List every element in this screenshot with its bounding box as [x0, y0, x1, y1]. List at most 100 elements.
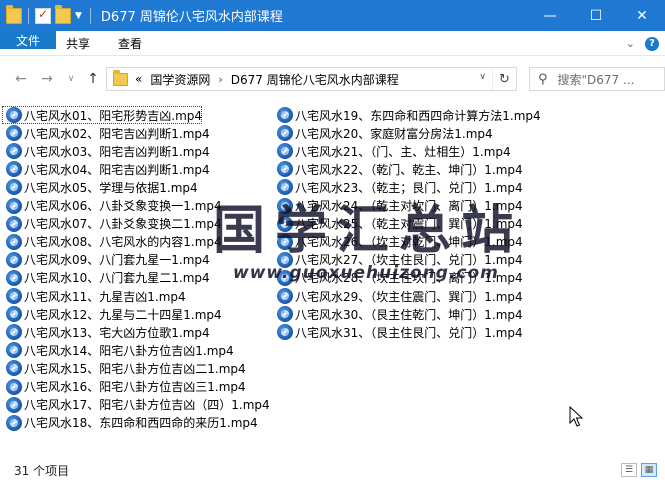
back-arrow-icon[interactable]: ← [12, 71, 30, 87]
file-item[interactable]: 八宅风水01、阳宅形势吉凶.mp4 [2, 106, 203, 124]
file-item[interactable]: 八宅风水05、学理与依据1.mp4 [2, 178, 198, 196]
file-name: 八宅风水06、八卦爻象变换一1.mp4 [24, 199, 222, 213]
file-item[interactable]: 八宅风水07、八卦爻象变换二1.mp4 [2, 215, 222, 233]
expand-ribbon-chevron-icon[interactable]: ⌄ [626, 37, 635, 50]
window-title: D677 周锦伦八宅风水内部课程 [100, 10, 283, 25]
file-item[interactable]: 八宅风水09、八门套九星一1.mp4 [2, 251, 210, 269]
video-file-icon [6, 378, 22, 395]
tab-view[interactable]: 查看 [104, 31, 156, 55]
file-item[interactable]: 八宅风水29、（坎主住震门、巽门）1.mp4 [273, 287, 523, 305]
file-name: 八宅风水14、阳宅八卦方位吉凶1.mp4 [24, 343, 234, 358]
file-name: 八宅风水21、（门、主、灶相生）1.mp4 [295, 144, 511, 159]
address-dropdown-chevron-icon[interactable]: ∨ [479, 72, 486, 82]
video-file-icon [6, 306, 22, 323]
video-file-icon [6, 324, 22, 341]
video-file-icon [277, 143, 293, 160]
refresh-icon[interactable]: ↻ [492, 68, 516, 90]
video-file-icon [6, 342, 22, 359]
address-bar[interactable]: « 国学资源网 › D677 周锦伦八宅风水内部课程 ∨ ↻ [106, 67, 517, 91]
video-file-icon [277, 107, 293, 123]
file-name: 八宅风水18、东四命和西四命的来历1.mp4 [24, 416, 258, 431]
file-item[interactable]: 八宅风水21、（门、主、灶相生）1.mp4 [273, 142, 511, 160]
file-name: 八宅风水16、阳宅八卦方位吉凶三1.mp4 [24, 380, 246, 394]
file-item[interactable]: 八宅风水06、八卦爻象变换一1.mp4 [2, 197, 222, 215]
file-name: 八宅风水22、（乾门、乾主、坤门）1.mp4 [295, 162, 523, 177]
large-icons-view-icon[interactable]: ▦ [641, 463, 657, 477]
file-item[interactable]: 八宅风水14、阳宅八卦方位吉凶1.mp4 [2, 341, 234, 359]
video-file-icon [6, 251, 22, 268]
file-name: 八宅风水07、八卦爻象变换二1.mp4 [24, 217, 222, 232]
up-arrow-icon[interactable]: ↑ [84, 71, 102, 87]
title-bar: ▼ D677 周锦伦八宅风水内部课程 — ☐ ✕ [0, 0, 665, 31]
video-file-icon [6, 396, 22, 413]
video-file-icon [6, 143, 22, 160]
ribbon-right-controls: ⌄ ? [626, 31, 659, 56]
video-file-icon [6, 269, 22, 286]
file-item[interactable]: 八宅风水03、阳宅吉凶判断1.mp4 [2, 142, 210, 160]
file-name: 八宅风水09、八门套九星一1.mp4 [24, 253, 210, 268]
help-icon[interactable]: ? [645, 36, 659, 51]
breadcrumb-overflow[interactable]: « [135, 72, 142, 86]
file-name: 八宅风水31、（艮主住艮门、兑门）1.mp4 [295, 325, 523, 340]
details-view-icon[interactable]: ☰ [621, 463, 637, 477]
file-item[interactable]: 八宅风水31、（艮主住艮门、兑门）1.mp4 [273, 323, 523, 341]
video-file-icon [6, 233, 22, 250]
ribbon-tabs: 文件 主页 共享 查看 ⌄ ? [0, 31, 665, 56]
video-file-icon [6, 107, 22, 123]
view-switcher: ☰ ▦ [621, 463, 657, 477]
customize-toolbar-chevron-icon[interactable]: ▼ [75, 11, 82, 21]
video-file-icon [6, 161, 22, 178]
breadcrumb-chevron-icon[interactable]: › [218, 73, 222, 86]
video-file-icon [6, 197, 22, 214]
forward-arrow-icon[interactable]: → [38, 71, 56, 87]
file-item[interactable]: 八宅风水16、阳宅八卦方位吉凶三1.mp4 [2, 378, 246, 396]
video-file-icon [277, 288, 293, 304]
file-item[interactable]: 八宅风水20、家庭财富分房法1.mp4 [273, 124, 493, 142]
recent-locations-chevron-icon[interactable]: ∨ [62, 71, 80, 87]
file-item[interactable]: 八宅风水02、阳宅吉凶判断1.mp4 [2, 124, 210, 142]
watermark-url: www.guoxuehuizong.com [233, 263, 499, 283]
file-item[interactable]: 八宅风水10、八门套九星二1.mp4 [2, 269, 210, 287]
file-item[interactable]: 八宅风水19、东四命和西四命计算方法1.mp4 [273, 106, 541, 124]
file-name: 八宅风水08、八宅风水的内容1.mp4 [24, 235, 222, 250]
file-item[interactable]: 八宅风水15、阳宅八卦方位吉凶二1.mp4 [2, 359, 246, 377]
video-file-icon [277, 324, 293, 341]
file-item[interactable]: 八宅风水08、八宅风水的内容1.mp4 [2, 233, 222, 251]
file-name: 八宅风水05、学理与依据1.mp4 [24, 180, 198, 195]
folder-icon[interactable] [6, 4, 22, 24]
properties-icon[interactable] [35, 7, 51, 24]
new-folder-icon[interactable] [55, 4, 71, 24]
video-file-icon [6, 414, 22, 431]
tab-share[interactable]: 共享 [52, 31, 104, 55]
breadcrumb-item[interactable]: D677 周锦伦八宅风水内部课程 [231, 71, 399, 88]
maximize-button[interactable]: ☐ [573, 0, 619, 31]
video-file-icon [6, 179, 22, 196]
video-file-icon [6, 288, 22, 304]
file-item[interactable]: 八宅风水11、九星吉凶1.mp4 [2, 287, 186, 305]
video-file-icon [277, 161, 293, 178]
toolbar-divider [28, 7, 29, 24]
mouse-cursor-icon [569, 406, 583, 427]
file-item[interactable]: 八宅风水12、九星与二十四星1.mp4 [2, 305, 222, 323]
video-file-icon [6, 360, 22, 377]
file-name: 八宅风水17、阳宅八卦方位吉凶（四）1.mp4 [24, 398, 270, 413]
folder-icon [113, 69, 128, 86]
file-item[interactable]: 八宅风水17、阳宅八卦方位吉凶（四）1.mp4 [2, 396, 270, 414]
toolbar-divider [89, 7, 91, 24]
breadcrumb-item[interactable]: 国学资源网 [150, 71, 210, 88]
file-item[interactable]: 八宅风水22、（乾门、乾主、坤门）1.mp4 [273, 160, 523, 178]
search-input[interactable]: ⚲ 搜索"D677 ... [529, 67, 665, 91]
video-file-icon [6, 215, 22, 232]
file-name: 八宅风水19、东四命和西四命计算方法1.mp4 [295, 108, 541, 123]
tab-file[interactable]: 文件 [0, 31, 57, 49]
minimize-button[interactable]: — [527, 0, 573, 31]
file-item[interactable]: 八宅风水18、东四命和西四命的来历1.mp4 [2, 414, 258, 432]
item-count: 31 个项目 [14, 464, 70, 478]
file-item[interactable]: 八宅风水04、阳宅吉凶判断1.mp4 [2, 160, 210, 178]
file-name: 八宅风水20、家庭财富分房法1.mp4 [295, 126, 493, 141]
video-file-icon [6, 125, 22, 142]
search-placeholder: 搜索"D677 ... [557, 72, 635, 87]
close-button[interactable]: ✕ [619, 0, 665, 31]
file-item[interactable]: 八宅风水13、宅大凶方位歌1.mp4 [2, 323, 210, 341]
file-item[interactable]: 八宅风水30、（艮主住乾门、坤门）1.mp4 [273, 305, 523, 323]
